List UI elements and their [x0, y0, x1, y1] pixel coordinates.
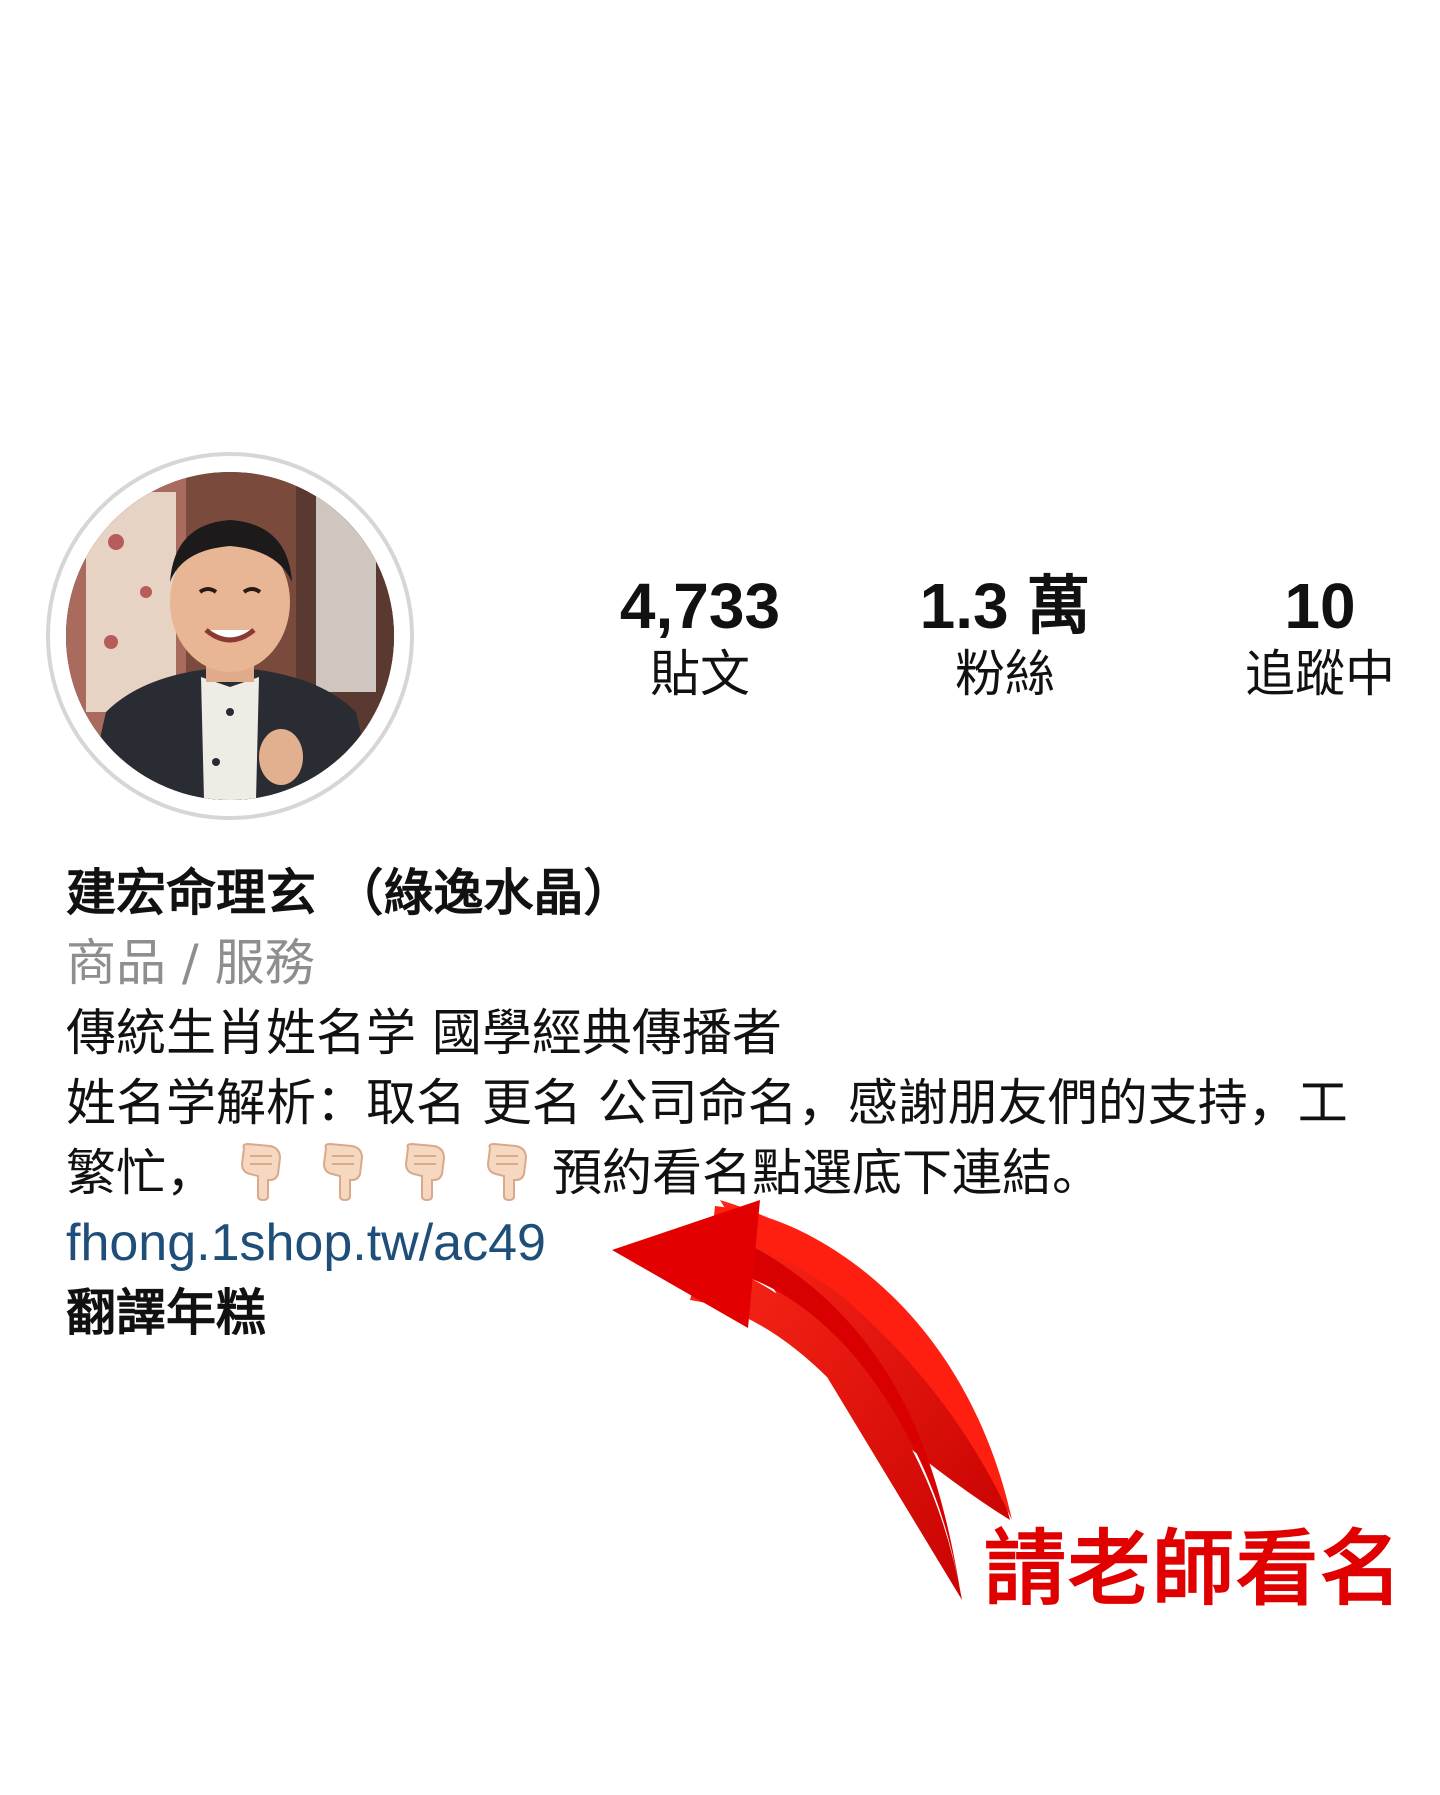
- see-translation-button[interactable]: 翻譯年糕: [66, 1278, 1440, 1348]
- following-count: 10: [1284, 570, 1356, 642]
- posts-stat[interactable]: 4,733 貼文: [600, 570, 800, 706]
- backhand-index-pointing-down-icon: [486, 1142, 528, 1202]
- bio-line-3-suffix: 預約看名點選底下連結。: [552, 1144, 1102, 1202]
- backhand-index-pointing-down-icon: [240, 1142, 282, 1202]
- profile-bio: 建宏命理玄 （綠逸水晶） 商品 / 服務 傳統生肖姓名学 國學經典傳播者 姓名学…: [66, 858, 1440, 1348]
- bio-line-3: 繁忙， 預約看名點選底下連結。: [66, 1138, 1440, 1208]
- pointing-hands: [220, 1138, 548, 1208]
- profile-name: 建宏命理玄 （綠逸水晶）: [66, 864, 634, 922]
- profile-category: 商品 / 服務: [66, 934, 315, 992]
- backhand-index-pointing-down-icon: [404, 1142, 446, 1202]
- bio-website-link[interactable]: fhong.1shop.tw/ac49: [66, 1208, 1440, 1278]
- bio-line-1: 傳統生肖姓名学 國學經典傳播者: [66, 1004, 782, 1062]
- bio-line-3-prefix: 繁忙，: [66, 1144, 216, 1202]
- followers-stat[interactable]: 1.3 萬 粉絲: [905, 570, 1105, 706]
- followers-count: 1.3 萬: [919, 570, 1091, 642]
- avatar-photo-icon: [66, 472, 394, 800]
- posts-count: 4,733: [619, 570, 781, 642]
- posts-label: 貼文: [650, 645, 750, 703]
- bio-line-2: 姓名学解析：取名 更名 公司命名，感謝朋友們的支持，工: [66, 1074, 1348, 1132]
- profile-avatar[interactable]: [66, 472, 394, 800]
- following-label: 追蹤中: [1245, 645, 1395, 703]
- followers-label: 粉絲: [955, 645, 1055, 703]
- backhand-index-pointing-down-icon: [322, 1142, 364, 1202]
- annotation-label: 請老師看名: [984, 1522, 1405, 1617]
- following-stat[interactable]: 10 追蹤中: [1220, 570, 1420, 706]
